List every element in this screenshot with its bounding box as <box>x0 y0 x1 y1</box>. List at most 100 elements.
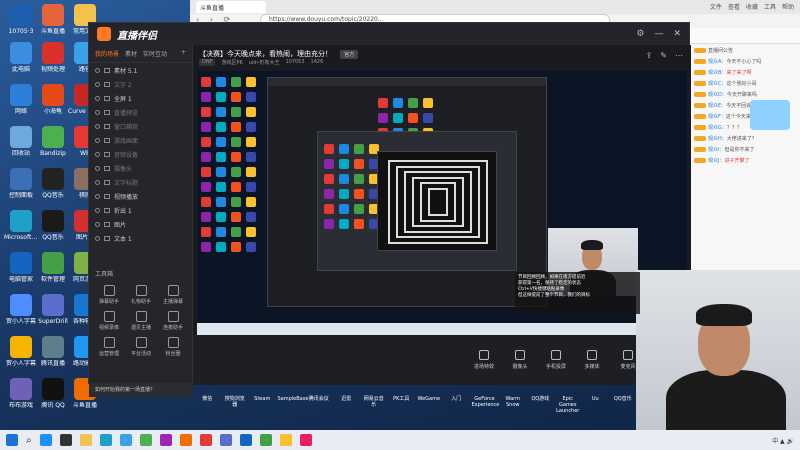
taskbar-app-icon[interactable] <box>39 434 52 446</box>
taskbar-shortcut-label[interactable]: Warm Snow <box>501 396 526 416</box>
eye-icon[interactable] <box>95 137 100 143</box>
eye-icon[interactable] <box>95 221 100 227</box>
more-icon[interactable]: ⋯ <box>675 51 683 60</box>
taskbar-shortcut-label[interactable]: 腾讯会议 <box>307 396 332 416</box>
chat-user[interactable]: 观众I： <box>708 147 724 153</box>
eye-icon[interactable] <box>95 193 100 199</box>
menu-file[interactable]: 文件 <box>710 2 722 11</box>
bottom-control-button[interactable]: 手机投屏 <box>543 350 569 370</box>
desktop-icon[interactable]: QQ音乐 <box>36 168 70 199</box>
bottom-control-button[interactable]: 进场特效 <box>471 350 497 370</box>
taskbar-shortcut-label[interactable]: Steam <box>250 396 275 416</box>
taskbar-app-icon[interactable] <box>99 434 112 446</box>
taskbar-app-icon[interactable] <box>79 434 92 446</box>
minimize-icon[interactable]: — <box>654 29 663 39</box>
start-icon[interactable] <box>6 434 18 446</box>
menu-favorites[interactable]: 收藏 <box>746 2 758 11</box>
toolbox-item[interactable]: 礼物助手 <box>125 285 157 305</box>
edit-icon[interactable]: ✎ <box>660 51 667 60</box>
source-item[interactable]: 图片 <box>89 217 192 231</box>
add-icon[interactable]: + <box>181 49 186 58</box>
chat-user[interactable]: 观众J： <box>708 158 724 164</box>
taskbar-app-icon[interactable] <box>199 434 212 446</box>
eye-icon[interactable] <box>95 151 100 157</box>
taskbar-shortcut-label[interactable]: 微信 <box>195 396 220 416</box>
search-icon[interactable]: ⌕ <box>26 435 32 446</box>
source-item[interactable]: 摄像头 <box>89 161 192 175</box>
chat-user[interactable]: 观众A： <box>708 59 726 65</box>
taskbar-app-icon[interactable] <box>259 434 272 446</box>
eye-icon[interactable] <box>95 179 100 185</box>
taskbar-app-icon[interactable] <box>59 434 72 446</box>
toolbox-item[interactable]: 连麦助手 <box>157 311 189 331</box>
desktop-icon[interactable]: SuperDrill <box>36 294 70 325</box>
desktop-icon[interactable]: 10705·3 <box>4 4 38 35</box>
source-item[interactable]: 窗口捕获 <box>89 119 192 133</box>
room-category[interactable]: DNF <box>199 59 216 66</box>
chat-user[interactable]: 观众D： <box>708 92 727 98</box>
room-tag[interactable]: 官方 <box>340 50 359 59</box>
source-item[interactable]: 音频设备 <box>89 147 192 161</box>
source-item[interactable]: 直播预览 <box>89 105 192 119</box>
desktop-icon[interactable]: 控制面板 <box>4 168 38 199</box>
desktop-icon[interactable]: Bandizip <box>36 126 70 157</box>
browser-tab[interactable]: 斗鱼直播 <box>196 1 266 13</box>
source-item[interactable]: 折出 1 <box>89 203 192 217</box>
desktop-icon[interactable]: 软件管理 <box>36 252 70 283</box>
taskbar-shortcut-label[interactable]: Uu <box>583 396 608 416</box>
desktop-icon[interactable]: 视频处理 <box>36 42 70 73</box>
desktop-icon[interactable]: Microsoft Edge <box>4 210 38 241</box>
desktop-icon[interactable]: QQ音乐 <box>36 210 70 241</box>
desktop-icon[interactable]: 布布游戏 <box>4 378 38 409</box>
tab-interaction[interactable]: 实时互动 <box>143 49 167 58</box>
taskbar-app-icon[interactable] <box>159 434 172 446</box>
source-item[interactable]: 文字标题 <box>89 175 192 189</box>
source-item[interactable]: 全屏 1 <box>89 91 192 105</box>
chat-user[interactable]: 观众E： <box>708 103 726 109</box>
taskbar-shortcut-label[interactable]: WeGame <box>417 396 442 416</box>
eye-icon[interactable] <box>95 235 100 241</box>
eye-icon[interactable] <box>95 165 100 171</box>
tab-materials[interactable]: 素材 <box>125 49 137 58</box>
desktop-icon[interactable]: 腾讯 QQ <box>36 378 70 409</box>
taskbar-shortcut-label[interactable]: QQ音乐 <box>611 396 636 416</box>
settings-icon[interactable]: ⚙ <box>636 29 644 39</box>
toolbox-item[interactable]: 遇见主播 <box>125 311 157 331</box>
taskbar-shortcut-label[interactable]: 入门 <box>444 396 469 416</box>
taskbar-app-icon[interactable] <box>119 434 132 446</box>
desktop-icon[interactable]: 电脑管家 <box>4 252 38 283</box>
eye-icon[interactable] <box>95 123 100 129</box>
toolbox-item[interactable]: 平台活动 <box>125 337 157 357</box>
desktop-icon[interactable]: 腾讯直播 <box>36 336 70 367</box>
close-icon[interactable]: ✕ <box>673 29 681 39</box>
taskbar-app-icon[interactable] <box>279 434 292 446</box>
source-item[interactable]: 视频播放 <box>89 189 192 203</box>
eye-icon[interactable] <box>95 207 100 213</box>
chat-user[interactable]: 观众G： <box>708 125 727 131</box>
toolbox-item[interactable]: 弹幕助手 <box>93 285 125 305</box>
toolbox-item[interactable]: 主播弹幕 <box>157 285 189 305</box>
bottom-control-button[interactable]: 多媒体 <box>579 350 605 370</box>
taskbar-app-icon[interactable] <box>239 434 252 446</box>
taskbar-shortcut-label[interactable]: GeForce Experience <box>472 396 500 416</box>
menu-help[interactable]: 帮助 <box>782 2 794 11</box>
taskbar-shortcut-label[interactable]: Epic Games Launcher <box>556 396 581 416</box>
taskbar-app-icon[interactable] <box>299 434 312 446</box>
system-tray[interactable]: 中 ▲ 🔊 <box>772 436 794 445</box>
chat-user[interactable]: 观众H： <box>708 136 727 142</box>
bottom-control-button[interactable]: 摄像头 <box>507 350 533 370</box>
menu-tools[interactable]: 工具 <box>764 2 776 11</box>
source-item[interactable]: 文字 2 <box>89 77 192 91</box>
taskbar-shortcut-label[interactable]: 迅雷 <box>334 396 359 416</box>
desktop-icon[interactable]: 小海龟 <box>36 84 70 115</box>
taskbar-app-icon[interactable] <box>219 434 232 446</box>
source-item[interactable]: 文本 1 <box>89 231 192 245</box>
desktop-icon[interactable]: 此电脑 <box>4 42 38 73</box>
chat-user[interactable]: 观众C： <box>708 81 727 87</box>
eye-icon[interactable] <box>95 81 100 87</box>
desktop-icon[interactable]: 回收站 <box>4 126 38 157</box>
chat-user[interactable]: 观众B： <box>708 70 726 76</box>
toolbox-item[interactable]: 视频录像 <box>93 311 125 331</box>
source-item[interactable]: 素材 5.1 <box>89 63 192 77</box>
eye-icon[interactable] <box>95 67 100 73</box>
